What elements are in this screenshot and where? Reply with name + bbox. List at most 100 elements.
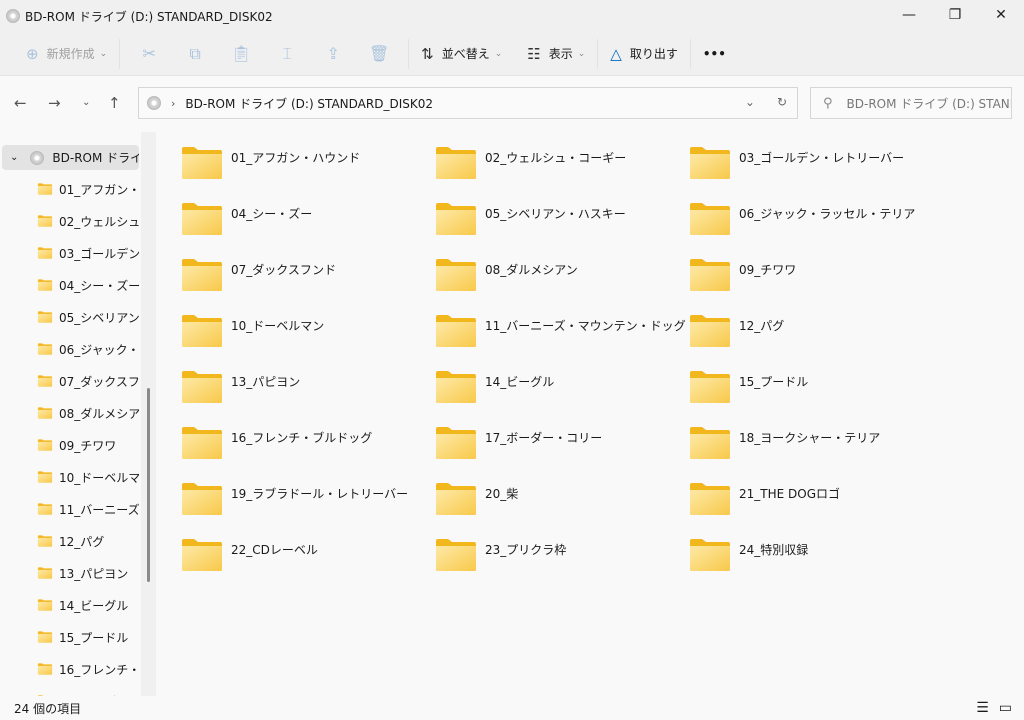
folder-item[interactable]: 11_バーニーズ・マウンテン・ドッグ	[435, 314, 686, 354]
plus-circle-icon: ⊕	[26, 44, 39, 63]
folder-icon	[37, 279, 53, 291]
details-view-icon[interactable]: ☰	[976, 700, 989, 716]
folder-icon	[37, 343, 53, 355]
folder-item[interactable]: 12_パグ	[689, 314, 939, 354]
sidebar-item-folder[interactable]: 04_シー・ズー	[37, 273, 139, 297]
folder-item[interactable]: 16_フレンチ・ブルドッグ	[181, 426, 431, 466]
sidebar-item-folder[interactable]: 01_アフガン・ハウンド	[37, 177, 139, 201]
chevron-down-icon[interactable]: ⌄	[10, 152, 18, 163]
item-count: 24 個の項目	[14, 701, 82, 716]
cut-button[interactable]: ✂	[126, 44, 172, 63]
search-placeholder: BD-ROM ドライブ (D:) STAND...	[846, 96, 1011, 111]
large-icons-view-icon[interactable]: ▭	[999, 700, 1012, 716]
folder-name: 02_ウェルシュ・コーギー	[485, 151, 627, 165]
search-input[interactable]: ⚲ BD-ROM ドライブ (D:) STAND...	[810, 87, 1012, 119]
new-button[interactable]: ⊕ 新規作成 ⌄	[20, 38, 113, 70]
folder-name: 03_ゴールデン・レトリーバー	[739, 151, 905, 165]
bd-rom-drive-icon	[147, 96, 161, 110]
rename-button[interactable]: ⌶	[264, 44, 310, 64]
chevron-down-icon: ⌄	[494, 48, 503, 59]
folder-item[interactable]: 06_ジャック・ラッセル・テリア	[689, 202, 939, 242]
folder-item[interactable]: 08_ダルメシアン	[435, 258, 685, 298]
folder-icon	[689, 482, 731, 516]
forward-button[interactable]: →	[48, 94, 61, 112]
sidebar-scrollbar[interactable]	[141, 132, 156, 696]
folder-item[interactable]: 10_ドーベルマン	[181, 314, 431, 354]
close-button[interactable]: ✕	[978, 0, 1024, 30]
folder-icon	[181, 202, 223, 236]
copy-button[interactable]: ⧉	[172, 44, 218, 64]
folder-name: 20_柴	[485, 487, 519, 501]
eject-button[interactable]: △ 取り出す	[604, 38, 684, 70]
sidebar-item-folder[interactable]: 14_ビーグル	[37, 593, 139, 617]
breadcrumb-drive[interactable]: BD-ROM ドライブ (D:) STANDARD_DISK02	[185, 95, 433, 112]
folder-icon	[689, 426, 731, 460]
folder-item[interactable]: 23_プリクラ枠	[435, 538, 685, 578]
sidebar-item-folder[interactable]: 07_ダックスフンド	[37, 369, 139, 393]
sidebar-item-folder[interactable]: 11_バーニーズ・マウンテン・ドッグ	[37, 497, 139, 521]
scrollbar-thumb[interactable]	[147, 388, 150, 582]
folder-item[interactable]: 09_チワワ	[689, 258, 939, 298]
more-options-button[interactable]: •••	[697, 38, 732, 70]
sidebar-item-folder[interactable]: 12_パグ	[37, 529, 139, 553]
sidebar-item-folder[interactable]: 08_ダルメシアン	[37, 401, 139, 425]
folder-item[interactable]: 07_ダックスフンド	[181, 258, 431, 298]
folder-item[interactable]: 17_ボーダー・コリー	[435, 426, 685, 466]
folder-icon	[435, 314, 477, 348]
sidebar-item-label: 09_チワワ	[59, 438, 117, 453]
folder-item[interactable]: 04_シー・ズー	[181, 202, 431, 242]
maximize-button[interactable]: ❐	[932, 0, 978, 30]
sidebar-item-folder[interactable]: 05_シベリアン・ハスキー	[37, 305, 139, 329]
folder-item[interactable]: 03_ゴールデン・レトリーバー	[689, 146, 939, 186]
sidebar-item-folder[interactable]: 09_チワワ	[37, 433, 139, 457]
sidebar-item-folder[interactable]: 10_ドーベルマン	[37, 465, 139, 489]
address-history-dropdown-icon[interactable]: ⌄	[745, 95, 755, 109]
address-bar[interactable]: › BD-ROM ドライブ (D:) STANDARD_DISK02 ⌄ ↻	[138, 87, 798, 119]
up-button[interactable]: ↑	[108, 94, 121, 112]
folder-item[interactable]: 15_プードル	[689, 370, 939, 410]
sidebar-item-label: 04_シー・ズー	[59, 278, 139, 293]
bd-rom-drive-icon	[6, 9, 20, 23]
folder-name: 11_バーニーズ・マウンテン・ドッグ	[485, 319, 686, 333]
view-label: 表示	[548, 47, 573, 61]
sidebar-item-label: 15_プードル	[59, 630, 129, 645]
minimize-button[interactable]: —	[886, 0, 932, 30]
folder-item[interactable]: 19_ラブラドール・レトリーバー	[181, 482, 431, 522]
folder-item[interactable]: 02_ウェルシュ・コーギー	[435, 146, 685, 186]
folder-item[interactable]: 21_THE DOGロゴ	[689, 482, 939, 522]
sidebar-item-drive[interactable]: ⌄ BD-ROM ドライブ (D:) STANDARD_DISK02	[2, 145, 139, 170]
folder-item[interactable]: 05_シベリアン・ハスキー	[435, 202, 685, 242]
folder-item[interactable]: 20_柴	[435, 482, 685, 522]
folder-item[interactable]: 13_パピヨン	[181, 370, 431, 410]
sort-button[interactable]: ⇅ 並べ替え ⌄	[415, 38, 508, 70]
folder-item[interactable]: 18_ヨークシャー・テリア	[689, 426, 939, 466]
folder-name: 12_パグ	[739, 319, 785, 333]
status-bar: 24 個の項目 ☰ ▭	[0, 696, 1024, 720]
sidebar-item-folder[interactable]: 16_フレンチ・ブルドッグ	[37, 657, 139, 681]
folder-item[interactable]: 14_ビーグル	[435, 370, 685, 410]
sidebar-item-label: 10_ドーベルマン	[59, 470, 139, 485]
recent-locations-button[interactable]: ⌄	[82, 97, 90, 108]
folder-item[interactable]: 24_特別収録	[689, 538, 939, 578]
rename-icon: ⌶	[282, 43, 292, 63]
scissors-icon: ✂	[142, 44, 156, 63]
sort-arrows-icon: ⇅	[421, 44, 434, 63]
refresh-icon[interactable]: ↻	[777, 95, 787, 109]
back-button[interactable]: ←	[14, 94, 27, 112]
folder-icon	[37, 247, 53, 259]
share-button[interactable]: ⇪	[310, 44, 356, 63]
sidebar-item-folder[interactable]: 02_ウェルシュ・コーギー	[37, 209, 139, 233]
sidebar-item-folder[interactable]: 15_プードル	[37, 625, 139, 649]
folder-item[interactable]: 22_CDレーベル	[181, 538, 431, 578]
chevron-down-icon: ⌄	[577, 48, 586, 59]
folder-name: 17_ボーダー・コリー	[485, 431, 603, 445]
folder-name: 10_ドーベルマン	[231, 319, 325, 333]
sidebar-item-label: 11_バーニーズ・マウンテン・ドッグ	[59, 502, 139, 517]
paste-button[interactable]: 📋︎	[218, 44, 264, 63]
sidebar-item-folder[interactable]: 03_ゴールデン・レトリーバー	[37, 241, 139, 265]
delete-button[interactable]: 🗑︎	[356, 44, 402, 63]
folder-item[interactable]: 01_アフガン・ハウンド	[181, 146, 431, 186]
sidebar-item-folder[interactable]: 06_ジャック・ラッセル・テリア	[37, 337, 139, 361]
view-button[interactable]: ☷ 表示 ⌄	[521, 38, 591, 70]
sidebar-item-folder[interactable]: 13_パピヨン	[37, 561, 139, 585]
